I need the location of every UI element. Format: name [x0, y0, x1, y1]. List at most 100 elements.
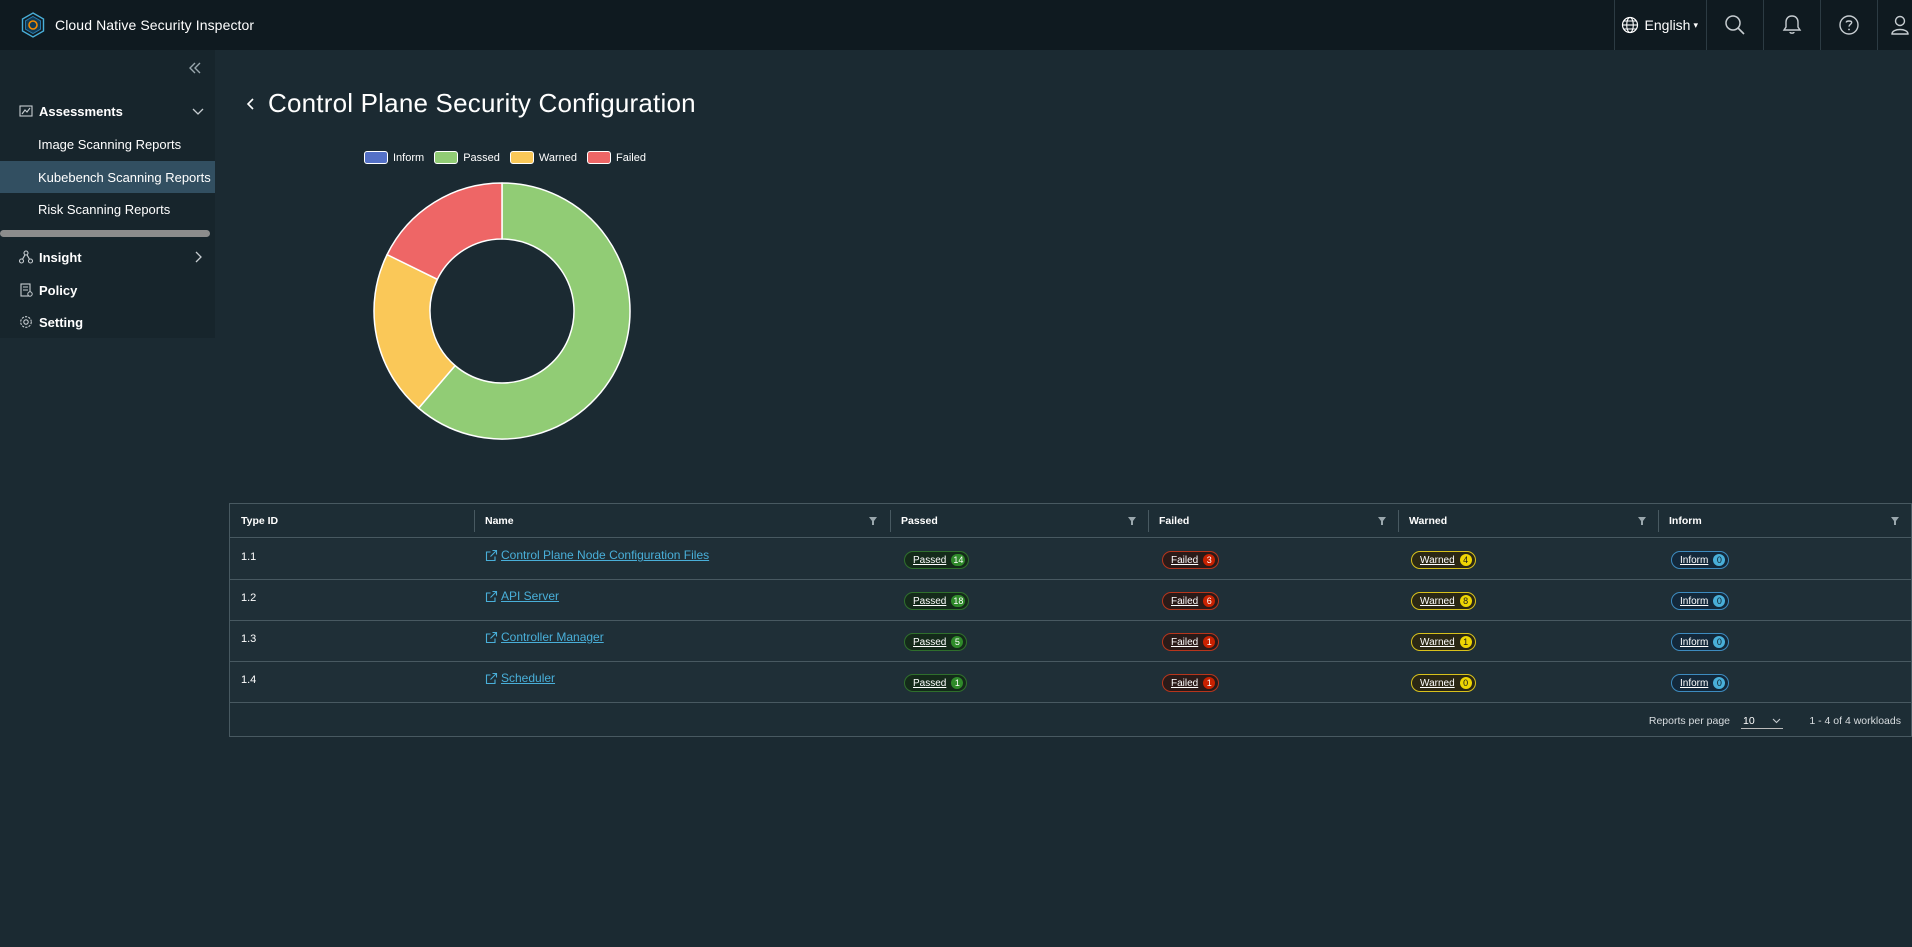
failed-badge[interactable]: Failed 1 [1162, 674, 1220, 692]
report-name-link[interactable]: Scheduler [485, 671, 555, 685]
column-header-type-id[interactable]: Type ID [230, 504, 474, 538]
filter-icon[interactable] [1637, 516, 1647, 526]
double-chevron-left-icon [189, 62, 201, 74]
per-page-value: 10 [1743, 715, 1755, 727]
badge-label: Inform [1680, 595, 1709, 607]
chevron-down-icon [192, 108, 204, 115]
passed-badge[interactable]: Passed 14 [904, 551, 970, 569]
brand[interactable]: Cloud Native Security Inspector [20, 12, 254, 38]
sidebar-item-kubebench-scanning-reports[interactable]: Kubebench Scanning Reports [0, 161, 215, 193]
column-header-label: Name [485, 515, 514, 527]
warned-badge[interactable]: Warned 4 [1411, 551, 1476, 569]
column-header-warned[interactable]: Warned [1398, 504, 1658, 538]
badge-label: Warned [1420, 595, 1455, 607]
page-title: Control Plane Security Configuration [268, 88, 696, 118]
report-name-link[interactable]: API Server [485, 589, 559, 603]
badge-count: 6 [1203, 595, 1216, 607]
legend-item-inform[interactable]: Inform [364, 151, 424, 164]
nav-group-policy[interactable]: Policy [0, 274, 215, 306]
user-menu-button[interactable] [1878, 0, 1912, 50]
type-id-cell: 1.3 [241, 633, 257, 645]
notifications-button[interactable] [1764, 0, 1820, 50]
failed-badge[interactable]: Failed 3 [1162, 551, 1220, 569]
column-header-label: Passed [901, 515, 938, 527]
badge-count: 1 [951, 677, 964, 689]
badge-label: Failed [1171, 595, 1199, 607]
policy-icon [19, 283, 33, 297]
legend-label: Failed [616, 151, 646, 164]
legend-swatch [587, 151, 611, 164]
sidebar: Assessments Image Scanning Reports Kubeb… [0, 50, 215, 338]
failed-badge[interactable]: Failed 6 [1162, 592, 1220, 610]
chart-icon [19, 104, 33, 118]
badge-label: Passed [913, 595, 947, 607]
inform-badge[interactable]: Inform 0 [1671, 633, 1730, 651]
badge-count: 1 [1459, 636, 1472, 648]
badge-label: Failed [1171, 554, 1199, 566]
sidebar-item-label: Kubebench Scanning Reports [38, 169, 211, 185]
collapse-sidebar-button[interactable] [185, 58, 205, 78]
chart-legend: Inform Passed Warned Failed [364, 151, 656, 164]
badge-label: Failed [1171, 677, 1199, 689]
filter-icon[interactable] [1377, 516, 1387, 526]
badge-count: 8 [1459, 595, 1472, 607]
search-icon [1725, 15, 1745, 35]
name-cell: Scheduler [474, 662, 890, 703]
badge-label: Passed [913, 677, 947, 689]
warned-badge[interactable]: Warned 1 [1411, 633, 1476, 651]
report-name-link[interactable]: Control Plane Node Configuration Files [485, 548, 709, 562]
report-name-link[interactable]: Controller Manager [485, 630, 604, 644]
inform-badge[interactable]: Inform 0 [1671, 551, 1730, 569]
column-header-label: Warned [1409, 515, 1448, 527]
back-button[interactable] [244, 94, 260, 114]
badge-count: 3 [1203, 554, 1216, 566]
language-selector[interactable]: English ▾ [1615, 0, 1706, 50]
column-header-failed[interactable]: Failed [1148, 504, 1398, 538]
passed-badge[interactable]: Passed 18 [904, 592, 970, 610]
filter-icon[interactable] [1890, 516, 1900, 526]
network-icon [19, 250, 33, 264]
nav-group-insight[interactable]: Insight [0, 241, 215, 273]
sidebar-item-risk-scanning-reports[interactable]: Risk Scanning Reports [0, 193, 215, 225]
inform-badge[interactable]: Inform 0 [1671, 592, 1730, 610]
table-footer: Reports per page 10 1 - 4 of 4 workloads [230, 703, 1911, 737]
reports-table: Type ID Name Passed Failed Warned Inform… [229, 503, 1912, 737]
badge-count: 1 [1203, 636, 1216, 648]
passed-badge[interactable]: Passed 5 [904, 633, 968, 651]
report-name-text: Scheduler [501, 671, 556, 685]
badge-label: Inform [1680, 677, 1709, 689]
badge-label: Inform [1680, 636, 1709, 648]
column-header-inform[interactable]: Inform [1658, 504, 1912, 538]
table-header: Type ID Name Passed Failed Warned Inform [230, 504, 1911, 538]
bell-icon [1782, 15, 1802, 34]
nav-group-assessments[interactable]: Assessments [0, 95, 215, 127]
legend-label: Passed [463, 151, 500, 164]
nav-group-setting[interactable]: Setting [0, 306, 215, 338]
inform-badge[interactable]: Inform 0 [1671, 674, 1730, 692]
sidebar-item-image-scanning-reports[interactable]: Image Scanning Reports [0, 128, 215, 160]
legend-item-passed[interactable]: Passed [434, 151, 500, 164]
legend-label: Inform [393, 151, 425, 164]
column-header-name[interactable]: Name [474, 504, 890, 538]
per-page-select[interactable]: 10 [1741, 711, 1783, 729]
filter-icon[interactable] [1127, 516, 1137, 526]
legend-item-failed[interactable]: Failed [587, 151, 646, 164]
legend-item-warned[interactable]: Warned [509, 151, 577, 164]
sidebar-item-label: Image Scanning Reports [38, 136, 182, 152]
column-header-passed[interactable]: Passed [890, 504, 1148, 538]
failed-badge[interactable]: Failed 1 [1162, 633, 1220, 651]
warned-badge[interactable]: Warned 8 [1411, 592, 1476, 610]
filter-icon[interactable] [868, 516, 878, 526]
warned-badge[interactable]: Warned 0 [1411, 674, 1476, 692]
type-id-cell: 1.2 [241, 592, 257, 604]
passed-badge[interactable]: Passed 1 [904, 674, 968, 692]
sidebar-scrollbar[interactable] [0, 230, 210, 237]
chevron-down-icon [1772, 718, 1781, 724]
type-id-cell: 1.4 [241, 674, 257, 686]
type-id-cell: 1.1 [241, 551, 257, 563]
badge-count: 0 [1713, 636, 1726, 648]
chevron-left-icon [246, 97, 254, 110]
search-button[interactable] [1707, 0, 1763, 50]
app-title: Cloud Native Security Inspector [55, 17, 255, 33]
help-button[interactable] [1821, 0, 1877, 50]
